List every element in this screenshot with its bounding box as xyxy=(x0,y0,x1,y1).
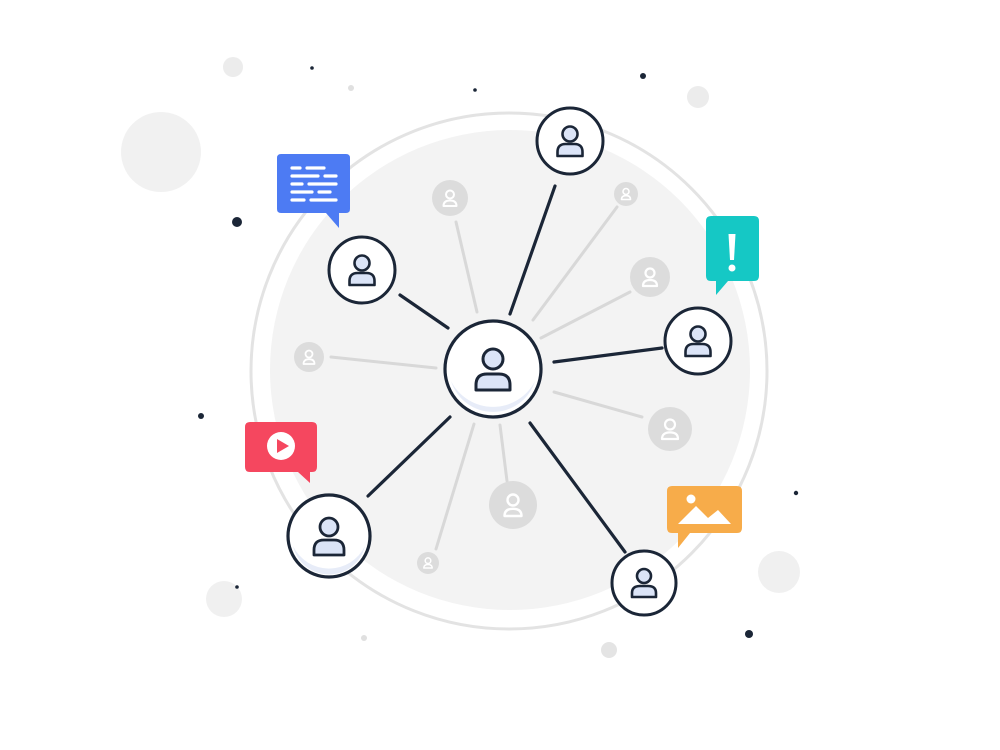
video-message-bubble xyxy=(245,422,317,483)
user-icon xyxy=(635,567,653,585)
dust-circle-large xyxy=(121,112,201,192)
dust-circle xyxy=(361,635,367,641)
user-icon xyxy=(481,347,505,371)
dot-dark xyxy=(640,73,646,79)
dust-circle xyxy=(687,86,709,108)
dot-dark xyxy=(793,490,799,496)
dot-dark xyxy=(235,585,239,589)
dot-dark xyxy=(232,217,242,227)
peer-avatar-upper-left xyxy=(327,235,397,305)
faded-peer-avatar xyxy=(614,182,638,206)
peer-avatar-right xyxy=(663,306,733,376)
play-icon xyxy=(267,432,295,460)
peer-avatar-lower-right xyxy=(610,549,678,617)
user-icon xyxy=(353,254,371,272)
peer-avatar-top xyxy=(535,106,605,176)
faded-peer-avatar xyxy=(432,180,468,216)
faded-peer-avatar xyxy=(417,552,439,574)
social-network-illustration xyxy=(121,57,800,658)
faded-peer-avatar xyxy=(489,481,537,529)
dot-dark xyxy=(198,413,204,419)
dust-circle xyxy=(348,85,354,91)
user-icon xyxy=(318,516,340,538)
dot-dark xyxy=(310,66,314,70)
dust-circle xyxy=(758,551,800,593)
hub-avatar xyxy=(443,319,543,419)
user-icon xyxy=(561,125,579,143)
dot-dark xyxy=(745,630,753,638)
faded-peer-avatar xyxy=(294,342,324,372)
faded-peer-avatar xyxy=(630,257,670,297)
dust-circle xyxy=(601,642,617,658)
faded-peer-avatar xyxy=(648,407,692,451)
dust-circle xyxy=(223,57,243,77)
user-icon xyxy=(689,325,707,343)
peer-avatar-lower-left xyxy=(286,493,372,579)
dot-dark xyxy=(473,88,477,92)
